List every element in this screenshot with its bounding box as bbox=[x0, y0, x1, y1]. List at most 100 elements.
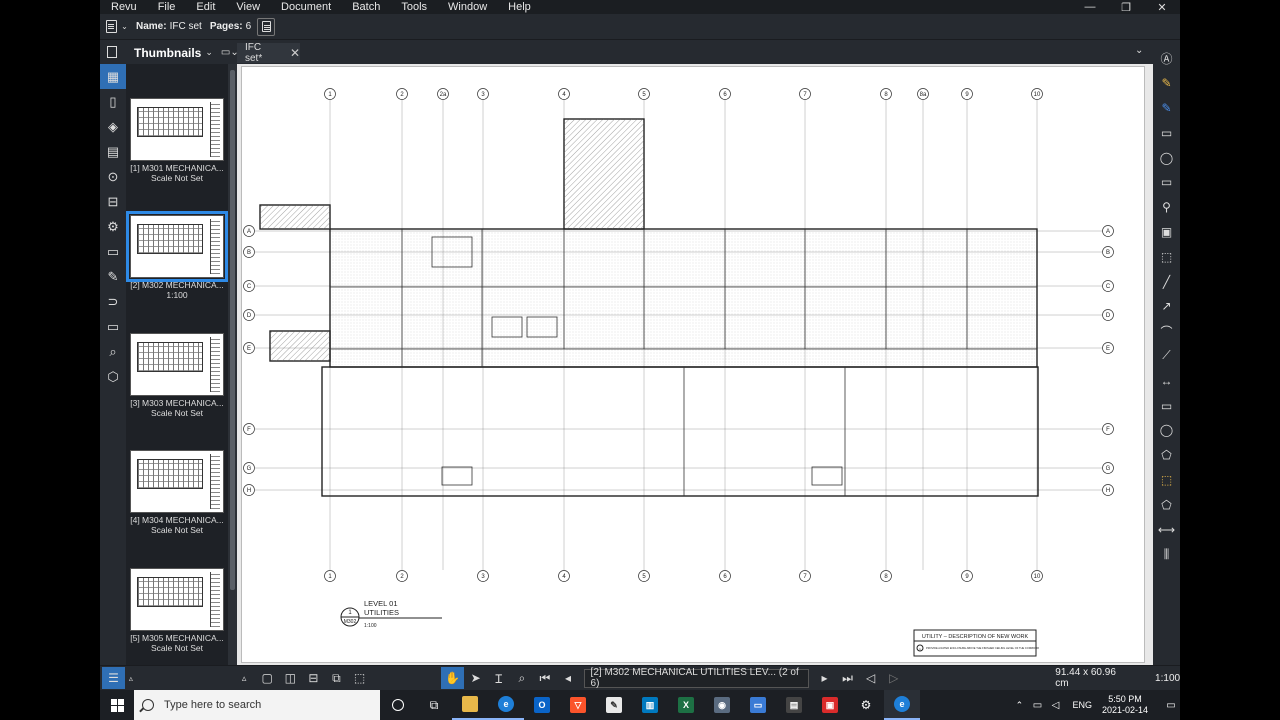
settings-gear-icon[interactable]: ⚙ bbox=[848, 690, 884, 720]
store-icon[interactable]: ▤ bbox=[776, 690, 812, 720]
trello-icon[interactable]: ▥ bbox=[632, 690, 668, 720]
acrobat-icon[interactable]: ▣ bbox=[812, 690, 848, 720]
menu-batch[interactable]: Batch bbox=[341, 0, 390, 14]
remote-desktop-icon[interactable]: ▭ bbox=[740, 690, 776, 720]
close-window-button[interactable]: ✕ bbox=[1144, 0, 1180, 14]
menu-document[interactable]: Document bbox=[270, 0, 341, 14]
minimize-button[interactable]: — bbox=[1072, 0, 1108, 14]
layers-icon[interactable]: ◈ bbox=[100, 114, 126, 139]
links-icon[interactable]: ⊃ bbox=[100, 289, 126, 314]
properties-icon[interactable]: ⚙ bbox=[100, 214, 126, 239]
bluebeam-icon[interactable]: e bbox=[884, 690, 920, 720]
ellipse-icon[interactable]: ◯ bbox=[1153, 418, 1180, 443]
note-icon[interactable]: ▭ bbox=[1153, 170, 1180, 195]
arc-icon[interactable]: ⌒ bbox=[1153, 319, 1180, 344]
single-page-icon[interactable]: ▢ bbox=[256, 667, 279, 689]
places-icon[interactable]: ⊙ bbox=[100, 164, 126, 189]
toolchest-icon[interactable]: ▤ bbox=[100, 139, 126, 164]
perimeter-measure-icon[interactable]: ⬠ bbox=[1153, 492, 1180, 517]
area-measure-icon[interactable]: ⬚ bbox=[1153, 468, 1180, 493]
language-indicator[interactable]: ENG bbox=[1072, 700, 1092, 710]
split-vertical-icon[interactable]: ◫ bbox=[279, 667, 302, 689]
markups-list-icon[interactable]: ⊟ bbox=[100, 189, 126, 214]
volume-icon[interactable]: ◁ bbox=[1046, 690, 1064, 720]
bookmarks-icon[interactable]: ▯ bbox=[100, 89, 126, 114]
excel-icon[interactable]: X bbox=[668, 690, 704, 720]
panel-toggle-arrow-icon[interactable]: ▵ bbox=[233, 667, 256, 689]
file-explorer-icon[interactable] bbox=[452, 690, 488, 720]
first-page-icon[interactable]: ⏮ bbox=[533, 667, 556, 689]
network-icon[interactable]: ▭ bbox=[1028, 690, 1046, 720]
menu-file[interactable]: File bbox=[147, 0, 186, 14]
menu-tools[interactable]: Tools bbox=[390, 0, 437, 14]
document-menu-button[interactable]: ⌄ bbox=[106, 17, 128, 37]
page-setup-button[interactable] bbox=[257, 17, 276, 36]
cortana-icon[interactable] bbox=[380, 690, 416, 720]
measurements-icon[interactable]: ▭ bbox=[100, 239, 126, 264]
panel-menu-icon[interactable] bbox=[107, 46, 119, 58]
polyline-icon[interactable]: ⟋ bbox=[1153, 344, 1180, 369]
tab-close-icon[interactable]: ✕ bbox=[290, 46, 300, 60]
count-measure-icon[interactable]: ⫼ bbox=[1153, 542, 1180, 567]
cloud-icon[interactable]: ◯ bbox=[1153, 145, 1180, 170]
restore-button[interactable]: ❐ bbox=[1108, 0, 1144, 14]
page-navigation-field[interactable]: [2] M302 MECHANICAL UTILITIES LEV... (2 … bbox=[583, 667, 809, 689]
collapse-arrow-icon[interactable]: ▵ bbox=[125, 667, 137, 689]
thumbnail-page-2[interactable]: [2] M302 MECHANICA... 1:100 bbox=[126, 211, 228, 300]
polygon-icon[interactable]: ⬠ bbox=[1153, 443, 1180, 468]
paint-icon[interactable]: ✎ bbox=[596, 690, 632, 720]
network-tool-icon[interactable]: ◉ bbox=[704, 690, 740, 720]
line-icon[interactable]: ╱ bbox=[1153, 269, 1180, 294]
tab-list-chevron-icon[interactable]: ⌄ bbox=[1135, 45, 1143, 56]
notifications-icon[interactable]: ▭ bbox=[1162, 690, 1180, 720]
brave-icon[interactable]: ▽ bbox=[560, 690, 596, 720]
zoom-tool-icon[interactable]: ⌕ bbox=[510, 667, 533, 689]
scrollbar-thumb[interactable] bbox=[230, 70, 235, 590]
text-box-icon[interactable]: Ⓐ bbox=[1153, 46, 1180, 71]
arrow-icon[interactable]: ↗ bbox=[1153, 294, 1180, 319]
split-horizontal-icon[interactable]: ⊟ bbox=[302, 667, 325, 689]
tray-overflow-icon[interactable]: ⌃ bbox=[1010, 690, 1028, 720]
menu-view[interactable]: View bbox=[225, 0, 270, 14]
sync-icon[interactable]: ⧉ bbox=[325, 667, 348, 689]
page-scale[interactable]: 1:100 bbox=[1155, 673, 1180, 684]
dimension-icon[interactable]: ↔ bbox=[1153, 368, 1180, 393]
panel-title[interactable]: Thumbnails bbox=[134, 46, 201, 60]
previous-page-icon[interactable]: ◂ bbox=[556, 667, 579, 689]
signatures-icon[interactable]: ✎ bbox=[100, 264, 126, 289]
stamp-icon[interactable]: ⚲ bbox=[1153, 195, 1180, 220]
highlight-icon[interactable]: ✎ bbox=[1153, 71, 1180, 96]
thumbnails-icon[interactable]: ▦ bbox=[100, 64, 126, 89]
panel-dropdown-icon[interactable]: ⌄ bbox=[205, 47, 213, 58]
thumbnail-page-1[interactable]: [1] M301 MECHANICA... Scale Not Set bbox=[130, 98, 224, 183]
edge-icon[interactable]: e bbox=[488, 690, 524, 720]
image-icon[interactable]: ▣ bbox=[1153, 220, 1180, 245]
taskbar-search[interactable]: Type here to search bbox=[134, 690, 380, 720]
thumbnail-page-4[interactable]: [4] M304 MECHANICA... Scale Not Set bbox=[130, 450, 224, 535]
list-view-icon[interactable]: ☰ bbox=[102, 667, 126, 689]
menu-help[interactable]: Help bbox=[497, 0, 541, 14]
tab-ifc-set[interactable]: IFC set* ✕ bbox=[237, 42, 300, 64]
next-page-icon[interactable]: ▸ bbox=[813, 667, 836, 689]
studio-icon[interactable]: ⬡ bbox=[100, 364, 126, 389]
menu-edit[interactable]: Edit bbox=[185, 0, 225, 14]
thumbnails-scrollbar[interactable] bbox=[228, 64, 237, 665]
next-view-icon[interactable]: ▷ bbox=[882, 667, 905, 689]
clock[interactable]: 5:50 PM 2021-02-14 bbox=[1102, 694, 1148, 716]
snapshot-icon[interactable]: ⬚ bbox=[1153, 244, 1180, 269]
search-icon[interactable]: ⌕ bbox=[100, 339, 126, 364]
rectangle-icon[interactable]: ▭ bbox=[1153, 393, 1180, 418]
menu-revu[interactable]: Revu bbox=[100, 0, 147, 14]
thumbnail-page-3[interactable]: [3] M303 MECHANICA... Scale Not Set bbox=[130, 333, 224, 418]
last-page-icon[interactable]: ⏭ bbox=[836, 667, 859, 689]
menu-window[interactable]: Window bbox=[437, 0, 497, 14]
pan-tool-icon[interactable]: ✋ bbox=[441, 667, 465, 689]
length-measure-icon[interactable]: ⟷ bbox=[1153, 517, 1180, 542]
select-tool-icon[interactable]: ➤ bbox=[464, 667, 487, 689]
previous-view-icon[interactable]: ◁ bbox=[859, 667, 882, 689]
document-canvas[interactable]: 1 2 2a 3 4 5 6 7 8 8a 9 10 1 2 3 4 5 6 7 8 9 10 A A B B C C D D E E F F G G… bbox=[237, 64, 1153, 665]
pen-icon[interactable]: ✎ bbox=[1153, 96, 1180, 121]
thumbnail-page-5[interactable]: [5] M305 MECHANICA... Scale Not Set bbox=[130, 568, 224, 653]
outlook-icon[interactable]: O bbox=[524, 690, 560, 720]
start-button[interactable] bbox=[100, 690, 134, 720]
